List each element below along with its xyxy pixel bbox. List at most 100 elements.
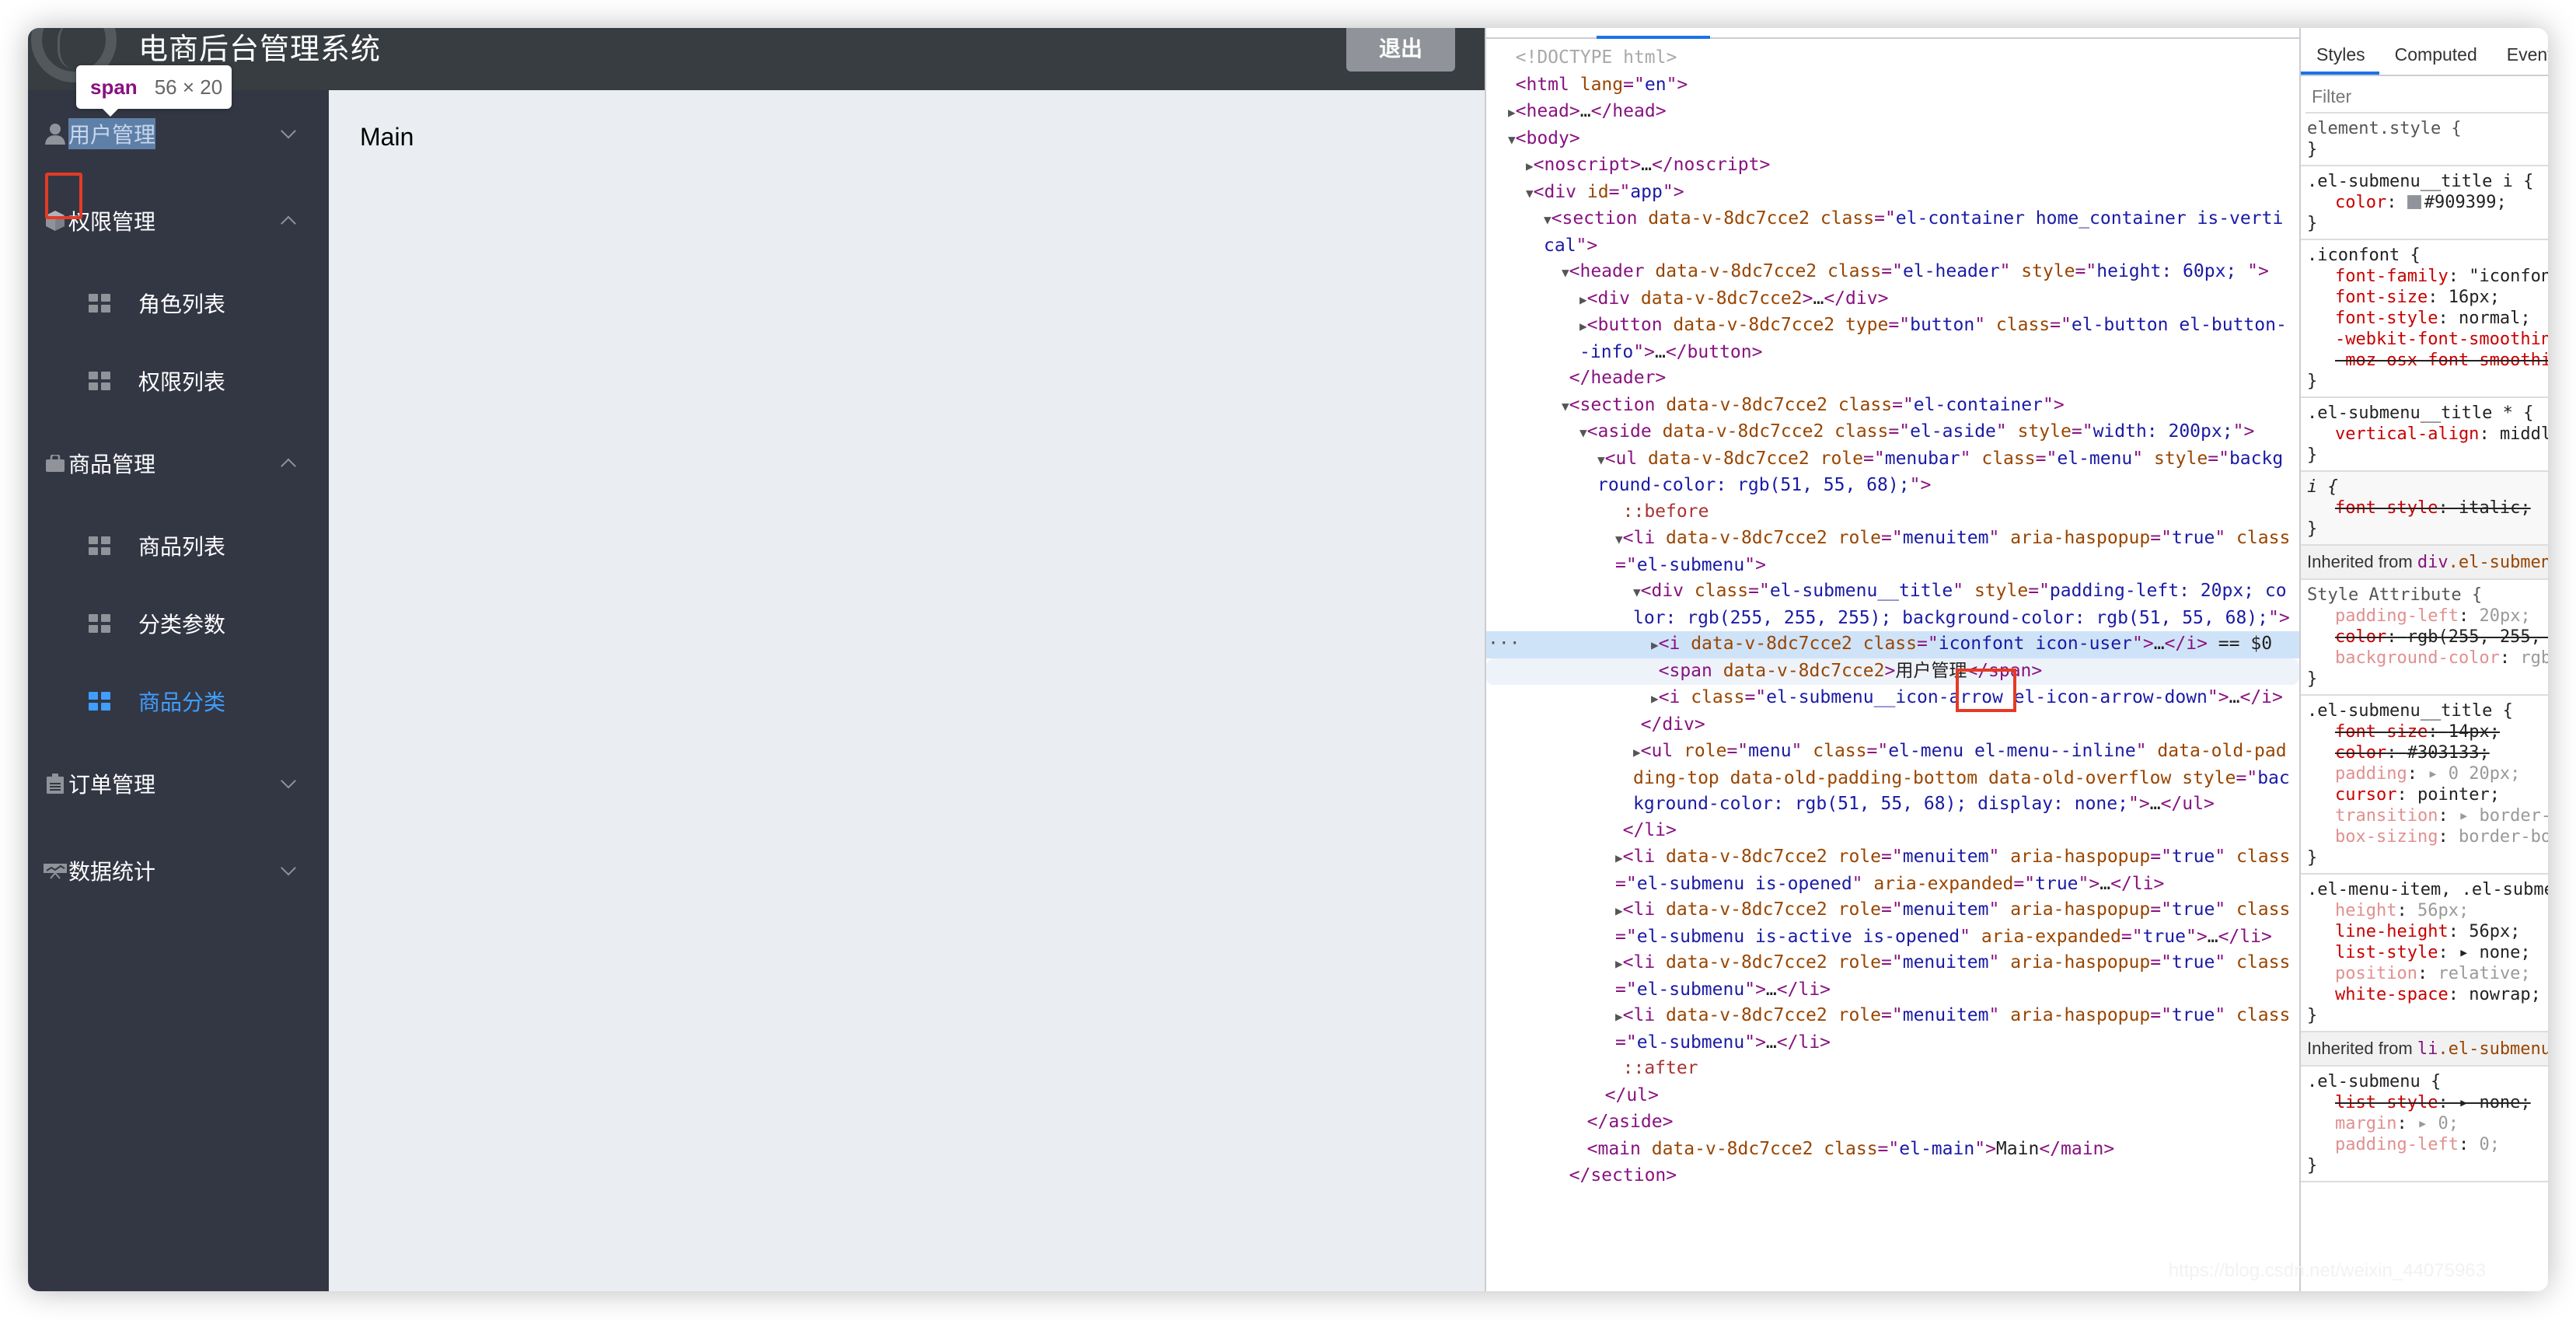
expand-triangle-icon[interactable]: ▼ xyxy=(1562,399,1569,414)
dom-node-line[interactable]: ▼<ul data-v-8dc7cce2 role="menubar" clas… xyxy=(1486,446,2299,499)
dom-node-line[interactable]: ▶<button data-v-8dc7cce2 type="button" c… xyxy=(1486,313,2299,365)
devtools-elements-panel: ▶<!DOCTYPE html>▶<html lang="en">▶<head>… xyxy=(1485,28,2299,1291)
dom-node-line[interactable]: ▶::before xyxy=(1486,499,2299,526)
logout-button[interactable]: 退出 xyxy=(1346,28,1455,72)
expand-triangle-icon[interactable]: ▼ xyxy=(1508,132,1516,147)
expand-triangle-icon[interactable]: ▼ xyxy=(1526,186,1534,201)
grid-icon xyxy=(89,294,110,313)
menu-item-category-params[interactable]: 分类参数 xyxy=(28,585,329,662)
menu-item-label: 权限列表 xyxy=(138,370,226,394)
tab-styles[interactable]: Styles xyxy=(2301,44,2379,75)
grid-icon xyxy=(89,536,110,555)
dom-node-line[interactable]: ▶</li> xyxy=(1486,818,2299,845)
dom-node-line[interactable]: ▼<li data-v-8dc7cce2 role="menuitem" ari… xyxy=(1486,526,2299,578)
inherited-from-header: Inherited from li.el-submenu xyxy=(2301,1032,2548,1067)
dom-node-line[interactable]: ▶<li data-v-8dc7cce2 role="menuitem" ari… xyxy=(1486,950,2299,1003)
expand-triangle-icon[interactable]: ▼ xyxy=(1544,212,1552,227)
css-rule[interactable]: .iconfont { font-family: "iconfont"; fon… xyxy=(2301,240,2548,398)
dom-node-line[interactable]: ▶</ul> xyxy=(1486,1083,2299,1110)
user-icon xyxy=(44,122,67,145)
collapse-triangle-icon[interactable]: ▶ xyxy=(1651,637,1659,652)
grid-icon xyxy=(89,614,110,633)
dom-node-line[interactable]: ▶<main data-v-8dc7cce2 class="el-main">M… xyxy=(1486,1137,2299,1164)
more-options-icon[interactable]: ··· xyxy=(1488,631,1520,658)
menu-item-goods-category[interactable]: 商品分类 xyxy=(28,662,329,740)
collapse-triangle-icon[interactable]: ▶ xyxy=(1615,956,1623,971)
dom-node-line[interactable]: ▶<html lang="en"> xyxy=(1486,72,2299,100)
collapse-triangle-icon[interactable]: ▶ xyxy=(1615,850,1623,865)
expand-triangle-icon[interactable]: ▼ xyxy=(1562,265,1569,280)
styles-rules: element.style { } .el-submenu__title i { … xyxy=(2301,113,2548,1182)
css-rule[interactable]: .el-submenu__title * { vertical-align: m… xyxy=(2301,398,2548,472)
collapse-triangle-icon[interactable]: ▶ xyxy=(1508,105,1516,120)
collapse-triangle-icon[interactable]: ▶ xyxy=(1651,691,1659,706)
dom-node-line[interactable]: ▼<div id="app"> xyxy=(1486,180,2299,207)
submenu-data-statistics: 数据统计 xyxy=(28,827,329,914)
expand-triangle-icon[interactable]: ▼ xyxy=(1633,585,1641,599)
chevron-down-icon xyxy=(281,773,296,789)
submenu-items: 商品列表 分类参数 商品分类 xyxy=(28,507,329,740)
browser-window: 电商后台管理系统 退出 用户管理 权限管理 角色列表 权限列表 商品管理 商品列… xyxy=(28,28,2548,1291)
submenu-title-order-management[interactable]: 订单管理 xyxy=(28,740,329,827)
dom-node-line[interactable]: ▶<head>…</head> xyxy=(1486,99,2299,126)
dom-node-line[interactable]: ▶<li data-v-8dc7cce2 role="menuitem" ari… xyxy=(1486,897,2299,950)
dom-node-line[interactable]: ▼<header data-v-8dc7cce2 class="el-heade… xyxy=(1486,259,2299,286)
dom-node-line[interactable]: ▶<noscript>…</noscript> xyxy=(1486,152,2299,180)
dom-node-line[interactable]: ▶<li data-v-8dc7cce2 role="menuitem" ari… xyxy=(1486,844,2299,897)
css-rule[interactable]: .el-submenu { list-style: ▸ none; margin… xyxy=(2301,1067,2548,1182)
dom-node-line[interactable]: ▶</div> xyxy=(1486,712,2299,739)
collapse-triangle-icon[interactable]: ▶ xyxy=(1633,745,1641,760)
css-rule[interactable]: .el-menu-item, .el-submenu__title { heig… xyxy=(2301,875,2548,1032)
dom-node-line[interactable]: ▶<ul role="menu" class="el-menu el-menu-… xyxy=(1486,739,2299,818)
dom-node-line[interactable]: ▶<li data-v-8dc7cce2 role="menuitem" ari… xyxy=(1486,1003,2299,1056)
elements-tab-indicator xyxy=(1597,36,1710,39)
css-rule[interactable]: Style Attribute { padding-left: 20px; co… xyxy=(2301,580,2548,696)
dom-node-line[interactable]: ▼<body> xyxy=(1486,126,2299,153)
inspect-highlight-box xyxy=(45,173,82,219)
expand-triangle-icon[interactable]: ▼ xyxy=(1597,452,1605,467)
submenu-title-data-statistics[interactable]: 数据统计 xyxy=(28,827,329,914)
menu-item-permission-list[interactable]: 权限列表 xyxy=(28,342,329,420)
submenu-items: 角色列表 权限列表 xyxy=(28,264,329,420)
grid-icon xyxy=(89,692,110,711)
dom-node-line[interactable]: ▶<i class="el-submenu__icon-arrow el-ico… xyxy=(1486,685,2299,712)
dom-node-line[interactable]: ▼<aside data-v-8dc7cce2 class="el-aside"… xyxy=(1486,419,2299,446)
dom-node-line[interactable]: ▼<section data-v-8dc7cce2 class="el-cont… xyxy=(1486,393,2299,420)
tab-computed[interactable]: Computed xyxy=(2379,44,2491,75)
collapse-triangle-icon[interactable]: ▶ xyxy=(1579,292,1587,307)
dom-node-line[interactable]: ▶<span data-v-8dc7cce2>用户管理</span> xyxy=(1486,658,2299,685)
menu-item-role-list[interactable]: 角色列表 xyxy=(28,264,329,342)
dom-node-line[interactable]: ▼<section data-v-8dc7cce2 class="el-cont… xyxy=(1486,206,2299,259)
expand-triangle-icon[interactable]: ▼ xyxy=(1615,532,1623,547)
menu-item-goods-list[interactable]: 商品列表 xyxy=(28,507,329,585)
css-rule[interactable]: .el-submenu__title { font-size: 14px; co… xyxy=(2301,696,2548,875)
submenu-order-management: 订单管理 xyxy=(28,740,329,827)
menu-item-label: 角色列表 xyxy=(138,292,226,316)
tooltip-dimensions: 56 × 20 xyxy=(154,75,223,99)
submenu-label: 数据统计 xyxy=(68,860,156,884)
app-title: 电商后台管理系统 xyxy=(138,33,382,66)
tab-event-listeners[interactable]: Event Listeners xyxy=(2491,44,2548,75)
collapse-triangle-icon[interactable]: ▶ xyxy=(1526,159,1534,173)
dom-node-line[interactable]: ▶</header> xyxy=(1486,365,2299,393)
styles-tabbar: Styles Computed Event Listeners xyxy=(2301,28,2548,76)
inspect-tooltip: span 56 × 20 xyxy=(76,65,232,117)
expand-triangle-icon[interactable]: ▼ xyxy=(1579,425,1587,440)
css-rule[interactable]: .el-submenu__title i { color: #909399; } xyxy=(2301,166,2548,240)
collapse-triangle-icon[interactable]: ▶ xyxy=(1615,1009,1623,1024)
dom-node-line[interactable]: ▶<!DOCTYPE html> xyxy=(1486,45,2299,72)
dom-node-line[interactable]: ▶</section> xyxy=(1486,1163,2299,1190)
css-rule[interactable]: element.style { } xyxy=(2301,113,2548,166)
menu-item-label: 商品分类 xyxy=(138,690,226,714)
dom-node-line[interactable]: ▼<div class="el-submenu__title" style="p… xyxy=(1486,578,2299,631)
submenu-title-goods-management[interactable]: 商品管理 xyxy=(28,420,329,507)
collapse-triangle-icon[interactable]: ▶ xyxy=(1615,903,1623,918)
chevron-down-icon xyxy=(281,860,296,876)
dom-node-line[interactable]: ▶::after xyxy=(1486,1056,2299,1083)
dom-node-line[interactable]: ▶<i data-v-8dc7cce2 class="iconfont icon… xyxy=(1486,631,2299,658)
dom-node-line[interactable]: ▶</aside> xyxy=(1486,1109,2299,1137)
collapse-triangle-icon[interactable]: ▶ xyxy=(1579,319,1587,333)
dom-node-line[interactable]: ▶<div data-v-8dc7cce2>…</div> xyxy=(1486,286,2299,313)
styles-filter-input[interactable]: Filter xyxy=(2305,81,2548,113)
css-rule[interactable]: i { font-style: italic; } xyxy=(2301,472,2548,546)
